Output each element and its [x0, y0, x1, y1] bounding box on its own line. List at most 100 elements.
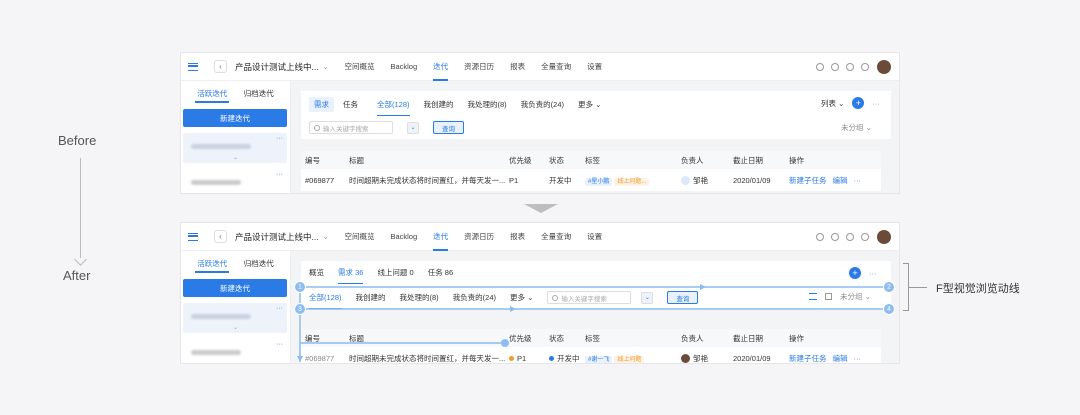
- bell-icon[interactable]: [846, 232, 854, 241]
- nav-settings[interactable]: 设置: [587, 53, 602, 81]
- filter-more[interactable]: 更多 ⌄: [510, 292, 533, 303]
- avatar[interactable]: [877, 229, 891, 244]
- tag: #星小鹏: [585, 177, 613, 186]
- query-button[interactable]: 查询: [667, 291, 699, 304]
- new-subtask-link[interactable]: 新建子任务: [789, 354, 827, 363]
- type-tab-overview[interactable]: 概览: [309, 267, 324, 278]
- table-row[interactable]: #069877 时间超期未完成状态将时间置红，并每天发一... P1 开发中 #…: [301, 347, 881, 363]
- nav-overview[interactable]: 空间概览: [344, 223, 374, 251]
- filter-handled[interactable]: 我处理的(8): [468, 99, 507, 110]
- filter-all[interactable]: 全部(128): [309, 292, 342, 309]
- tag: 线上问题: [614, 355, 645, 363]
- add-button[interactable]: +: [849, 267, 861, 279]
- chevron-down-icon[interactable]: ⌄: [323, 63, 329, 71]
- view-select[interactable]: 列表 ⌄: [821, 98, 844, 109]
- sidebar: 活跃迭代 归档迭代 新建迭代 ··· ⌄ ···: [181, 251, 291, 363]
- tab-archived-iterations[interactable]: 归档迭代: [242, 88, 276, 99]
- type-tab-task[interactable]: 任务 86: [428, 267, 453, 278]
- nav-iteration[interactable]: 迭代: [433, 53, 449, 81]
- nav-calendar[interactable]: 资源日历: [464, 53, 494, 81]
- tab-active-iterations[interactable]: 活跃迭代: [195, 88, 230, 103]
- list-view-icon[interactable]: [809, 293, 817, 300]
- filter-handled[interactable]: 我处理的(8): [400, 292, 439, 303]
- help-icon[interactable]: [831, 62, 839, 71]
- tab-active-iterations[interactable]: 活跃迭代: [195, 258, 230, 273]
- avatar: [681, 176, 690, 186]
- new-iteration-button[interactable]: 新建迭代: [183, 109, 287, 127]
- data-table: 编号 标题 优先级 状态 标签 负责人 截止日期 操作 #069877 时间超期…: [301, 329, 881, 363]
- nav-backlog[interactable]: Backlog: [390, 223, 417, 251]
- group-select[interactable]: 未分组 ⌄: [840, 291, 871, 302]
- nav-query[interactable]: 全量查询: [541, 53, 571, 81]
- iteration-item[interactable]: ···: [183, 169, 287, 193]
- iteration-card[interactable]: ··· ⌄: [183, 303, 287, 333]
- priority-dot: [509, 355, 514, 361]
- nav-backlog[interactable]: Backlog: [390, 53, 417, 81]
- back-button[interactable]: ‹: [214, 230, 227, 243]
- tab-archived-iterations[interactable]: 归档迭代: [242, 258, 276, 269]
- more-icon[interactable]: ···: [276, 171, 283, 178]
- more-icon[interactable]: ···: [276, 305, 283, 312]
- nav-overview[interactable]: 空间概览: [344, 53, 374, 81]
- filter-created[interactable]: 我创建的: [424, 99, 454, 110]
- type-pill-story[interactable]: 需求: [309, 97, 334, 112]
- type-tab-story[interactable]: 需求 36: [338, 267, 364, 284]
- annotation-connector: [909, 287, 927, 288]
- more-icon[interactable]: ···: [872, 99, 880, 108]
- group-select[interactable]: 未分组 ⌄: [841, 122, 872, 133]
- add-button[interactable]: +: [852, 97, 865, 109]
- more-icon[interactable]: ···: [276, 135, 283, 142]
- chevron-down-icon[interactable]: ⌄: [233, 154, 238, 161]
- menu-icon[interactable]: [188, 62, 198, 71]
- edit-link[interactable]: 编辑: [833, 354, 848, 363]
- iteration-card[interactable]: ··· ⌄: [183, 133, 287, 163]
- toolbar-icons: [809, 229, 891, 244]
- filter-owned[interactable]: 我负责的(24): [521, 99, 564, 110]
- chevron-down-icon[interactable]: ⌄: [323, 233, 329, 241]
- filter-all[interactable]: 全部(128): [377, 99, 410, 116]
- nav-query[interactable]: 全量查询: [541, 223, 571, 251]
- menu-icon[interactable]: [188, 232, 198, 241]
- nav-calendar[interactable]: 资源日历: [464, 223, 494, 251]
- type-tab-bugs[interactable]: 线上问题 0: [377, 267, 413, 278]
- back-button[interactable]: ‹: [214, 60, 227, 73]
- before-screenshot: ‹ 产品设计测试上线中... ⌄ 空间概览 Backlog 迭代 资源日历 报表…: [180, 52, 900, 194]
- new-iteration-button[interactable]: 新建迭代: [183, 279, 287, 297]
- nav-settings[interactable]: 设置: [587, 223, 602, 251]
- filter-toggle-button[interactable]: ⌄: [641, 291, 654, 304]
- type-pill-task[interactable]: 任务: [338, 97, 363, 112]
- pen-icon[interactable]: [861, 232, 869, 241]
- query-button[interactable]: 查询: [433, 121, 464, 134]
- tag: #谢一飞: [585, 355, 613, 363]
- nav-report[interactable]: 报表: [510, 53, 525, 81]
- project-name[interactable]: 产品设计测试上线中...: [235, 231, 319, 243]
- filter-more[interactable]: 更多 ⌄: [578, 99, 601, 110]
- nav-report[interactable]: 报表: [510, 223, 525, 251]
- more-icon[interactable]: ···: [276, 341, 283, 348]
- toolbar-icons: [809, 59, 891, 74]
- more-icon[interactable]: ···: [854, 176, 862, 185]
- filter-toggle-button[interactable]: ⌄: [407, 121, 419, 134]
- layers-icon[interactable]: [816, 232, 824, 241]
- more-icon[interactable]: ···: [854, 354, 862, 363]
- project-name[interactable]: 产品设计测试上线中...: [235, 61, 319, 73]
- top-bar: ‹ 产品设计测试上线中... ⌄ 空间概览 Backlog 迭代 资源日历 报表…: [181, 223, 899, 251]
- more-icon[interactable]: ···: [869, 269, 877, 278]
- table-row[interactable]: #069877 时间超期未完成状态将时间置红，并每天发一... P1 开发中 #…: [301, 169, 881, 191]
- nav-iteration[interactable]: 迭代: [433, 223, 449, 251]
- layers-icon[interactable]: [816, 62, 824, 71]
- filter-created[interactable]: 我创建的: [356, 292, 386, 303]
- pen-icon[interactable]: [861, 62, 869, 71]
- grid-view-icon[interactable]: [825, 293, 832, 300]
- search-input[interactable]: 输入关键字搜索: [547, 291, 632, 304]
- help-icon[interactable]: [831, 232, 839, 241]
- edit-link[interactable]: 编辑: [833, 176, 848, 185]
- search-input[interactable]: 输入关键字搜索: [309, 121, 393, 134]
- filter-owned[interactable]: 我负责的(24): [453, 292, 496, 303]
- iteration-item[interactable]: ···: [183, 339, 287, 363]
- bell-icon[interactable]: [846, 62, 854, 71]
- chevron-down-icon[interactable]: ⌄: [233, 324, 238, 331]
- f-pattern-note: F型视觉浏览动线: [936, 283, 1020, 295]
- new-subtask-link[interactable]: 新建子任务: [789, 176, 827, 185]
- avatar[interactable]: [877, 59, 891, 74]
